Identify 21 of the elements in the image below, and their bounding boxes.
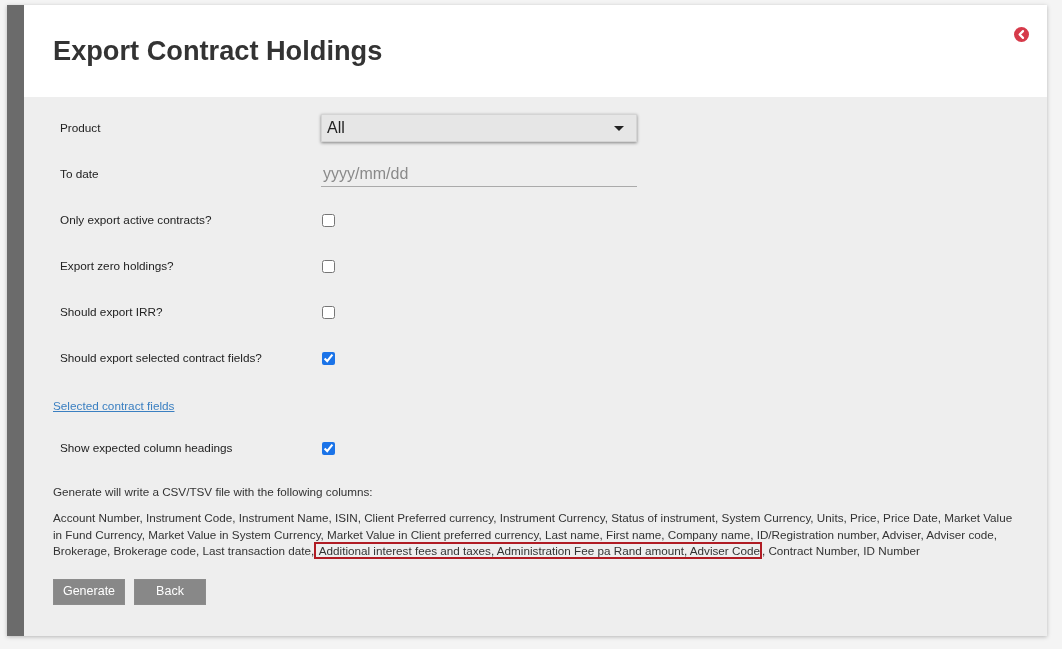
columns-intro-text: Generate will write a CSV/TSV file with the following columns: (53, 484, 374, 500)
field-label: Show expected column headings (59, 440, 234, 457)
page-title: Export Contract Holdings (53, 34, 383, 68)
product-dropdown[interactable]: All (321, 114, 637, 142)
field-label: Export zero holdings? (59, 258, 175, 275)
field-label: Should export IRR? (59, 304, 164, 321)
columns-list-text: Account Number, Instrument Code, Instrument Name, ISIN, Client Preferred currency, Instrument Currency, Status of instrument, System Currency, Units, Price, Price Date, Market Value in Fund Currency, Market Value in System Currency, Market Value in Client preferred currency, Last name, First name, Company name, ID/Registration number, Adviser, Adviser code, Brokerage, Brokerage code, Last transaction date, Additional interest fees and taxes, Administration Fee pa Rand amount, Adviser Code , Contract Number, ID Number (53, 510, 1014, 560)
field-label: Product (59, 120, 102, 137)
fields-link[interactable]: Selected contract fields (53, 397, 175, 415)
checkbox[interactable] (322, 259, 335, 273)
date-input[interactable]: yyyy/mm/dd (321, 161, 637, 187)
action-button[interactable]: Generate (53, 578, 125, 605)
field-label: Should export selected contract fields? (59, 350, 263, 367)
field-label: Only export active contracts? (59, 212, 213, 229)
field-label: To date (59, 166, 100, 183)
checkbox[interactable] (322, 441, 335, 455)
checkbox[interactable] (322, 213, 335, 227)
checkbox[interactable] (322, 351, 335, 365)
checkbox[interactable] (322, 305, 335, 319)
action-button[interactable]: Back (134, 578, 206, 605)
caret-icon (614, 125, 624, 131)
